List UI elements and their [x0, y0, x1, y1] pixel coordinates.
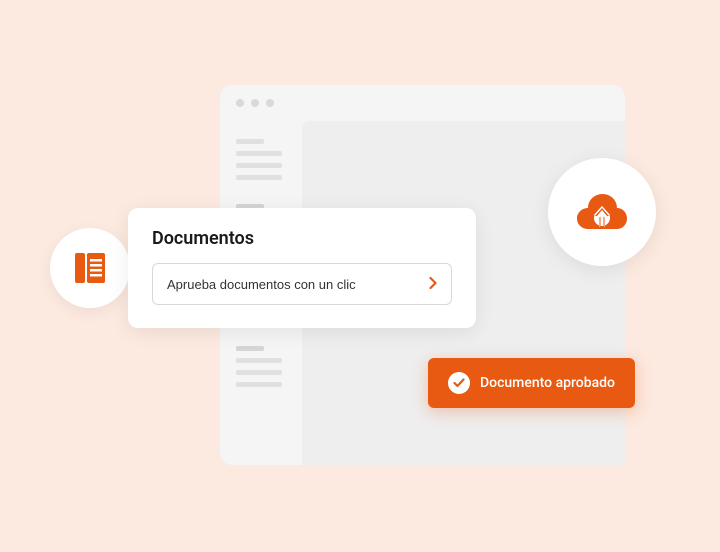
- approve-documents-button[interactable]: Aprueba documentos con un clic: [152, 263, 452, 305]
- placeholder-line: [236, 163, 282, 168]
- document-icon: [71, 249, 109, 287]
- sidebar-block: [236, 139, 286, 180]
- button-label: Aprueba documentos con un clic: [167, 277, 356, 292]
- badge-label: Documento aprobado: [480, 375, 615, 391]
- document-icon-badge: [50, 228, 130, 308]
- placeholder-line: [236, 139, 264, 144]
- documents-card: Documentos Aprueba documentos con un cli…: [128, 208, 476, 328]
- placeholder-line: [236, 358, 282, 363]
- check-icon: [448, 372, 470, 394]
- window-control-dot: [266, 99, 274, 107]
- approved-badge: Documento aprobado: [428, 358, 635, 408]
- chevron-right-icon: [429, 277, 437, 292]
- placeholder-line: [236, 382, 282, 387]
- window-control-dot: [251, 99, 259, 107]
- window-control-dot: [236, 99, 244, 107]
- placeholder-line: [236, 370, 282, 375]
- sidebar-block: [236, 346, 286, 387]
- cloud-upload-icon: [573, 188, 631, 236]
- placeholder-line: [236, 175, 282, 180]
- window-titlebar: [220, 85, 625, 121]
- placeholder-line: [236, 151, 282, 156]
- cloud-upload-badge: [548, 158, 656, 266]
- placeholder-line: [236, 346, 264, 351]
- card-title: Documentos: [152, 228, 452, 249]
